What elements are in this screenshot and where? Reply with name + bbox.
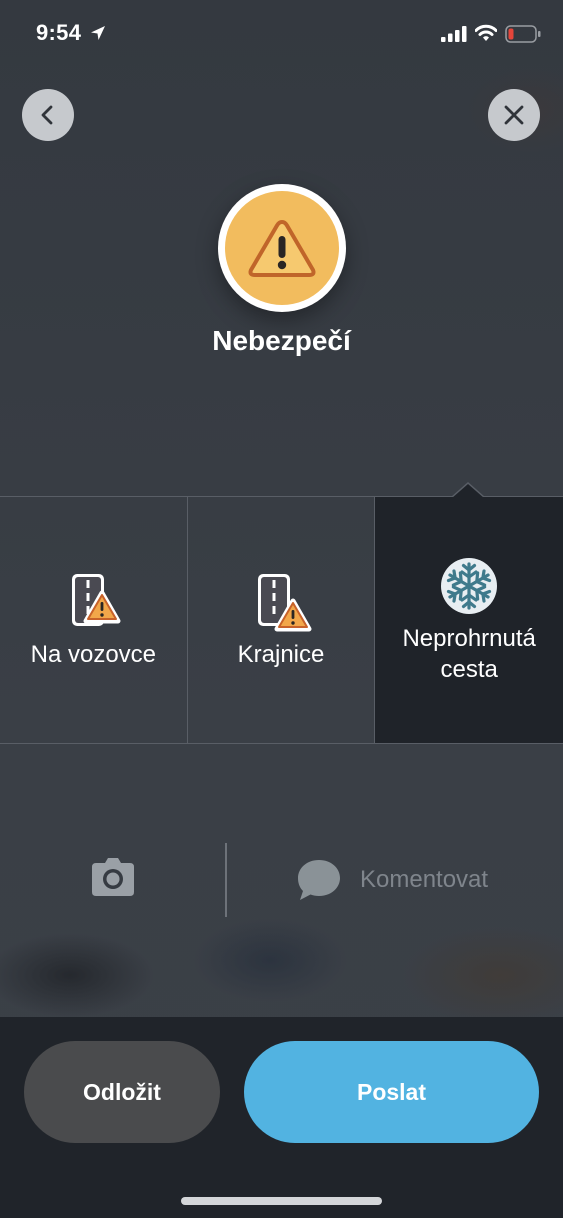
cellular-signal-icon bbox=[441, 26, 467, 42]
speech-bubble-icon[interactable] bbox=[296, 858, 342, 902]
close-button[interactable] bbox=[488, 89, 540, 141]
selection-pointer bbox=[452, 484, 484, 498]
warning-triangle-icon bbox=[248, 220, 316, 277]
location-arrow-icon bbox=[91, 26, 105, 40]
option-on-road[interactable]: Na vozovce bbox=[0, 497, 187, 743]
hazard-category-badge bbox=[218, 184, 346, 312]
home-indicator[interactable] bbox=[181, 1197, 382, 1205]
road-hazard-icon bbox=[72, 573, 121, 626]
status-bar: 9:54 bbox=[0, 0, 563, 70]
subcategory-options: Na vozovce Krajnice Neprohrnutá cesta bbox=[0, 496, 563, 744]
attachment-divider bbox=[225, 843, 227, 917]
close-icon bbox=[504, 105, 524, 125]
camera-icon[interactable] bbox=[90, 857, 136, 897]
option-shoulder[interactable]: Krajnice bbox=[186, 497, 375, 743]
snowflake-icon bbox=[441, 558, 498, 614]
category-title: Nebezpečí bbox=[212, 325, 351, 356]
battery-low-icon bbox=[505, 25, 541, 43]
option-label-on-road: Na vozovce bbox=[30, 640, 157, 668]
comment-input[interactable]: Komentovat bbox=[360, 866, 488, 894]
later-button[interactable]: Odložit bbox=[24, 1041, 220, 1143]
shoulder-hazard-icon bbox=[258, 573, 312, 631]
option-label-unplowed-line1: Neprohrnutá bbox=[402, 625, 536, 652]
wifi-icon bbox=[475, 24, 497, 41]
option-unplowed-road[interactable]: Neprohrnutá cesta bbox=[374, 497, 563, 743]
status-time: 9:54 bbox=[36, 20, 82, 45]
chevron-left-icon bbox=[41, 105, 53, 125]
option-label-shoulder: Krajnice bbox=[237, 640, 325, 668]
option-label-unplowed-line2: cesta bbox=[440, 656, 498, 683]
back-button[interactable] bbox=[22, 89, 74, 141]
send-button[interactable]: Poslat bbox=[244, 1041, 539, 1143]
